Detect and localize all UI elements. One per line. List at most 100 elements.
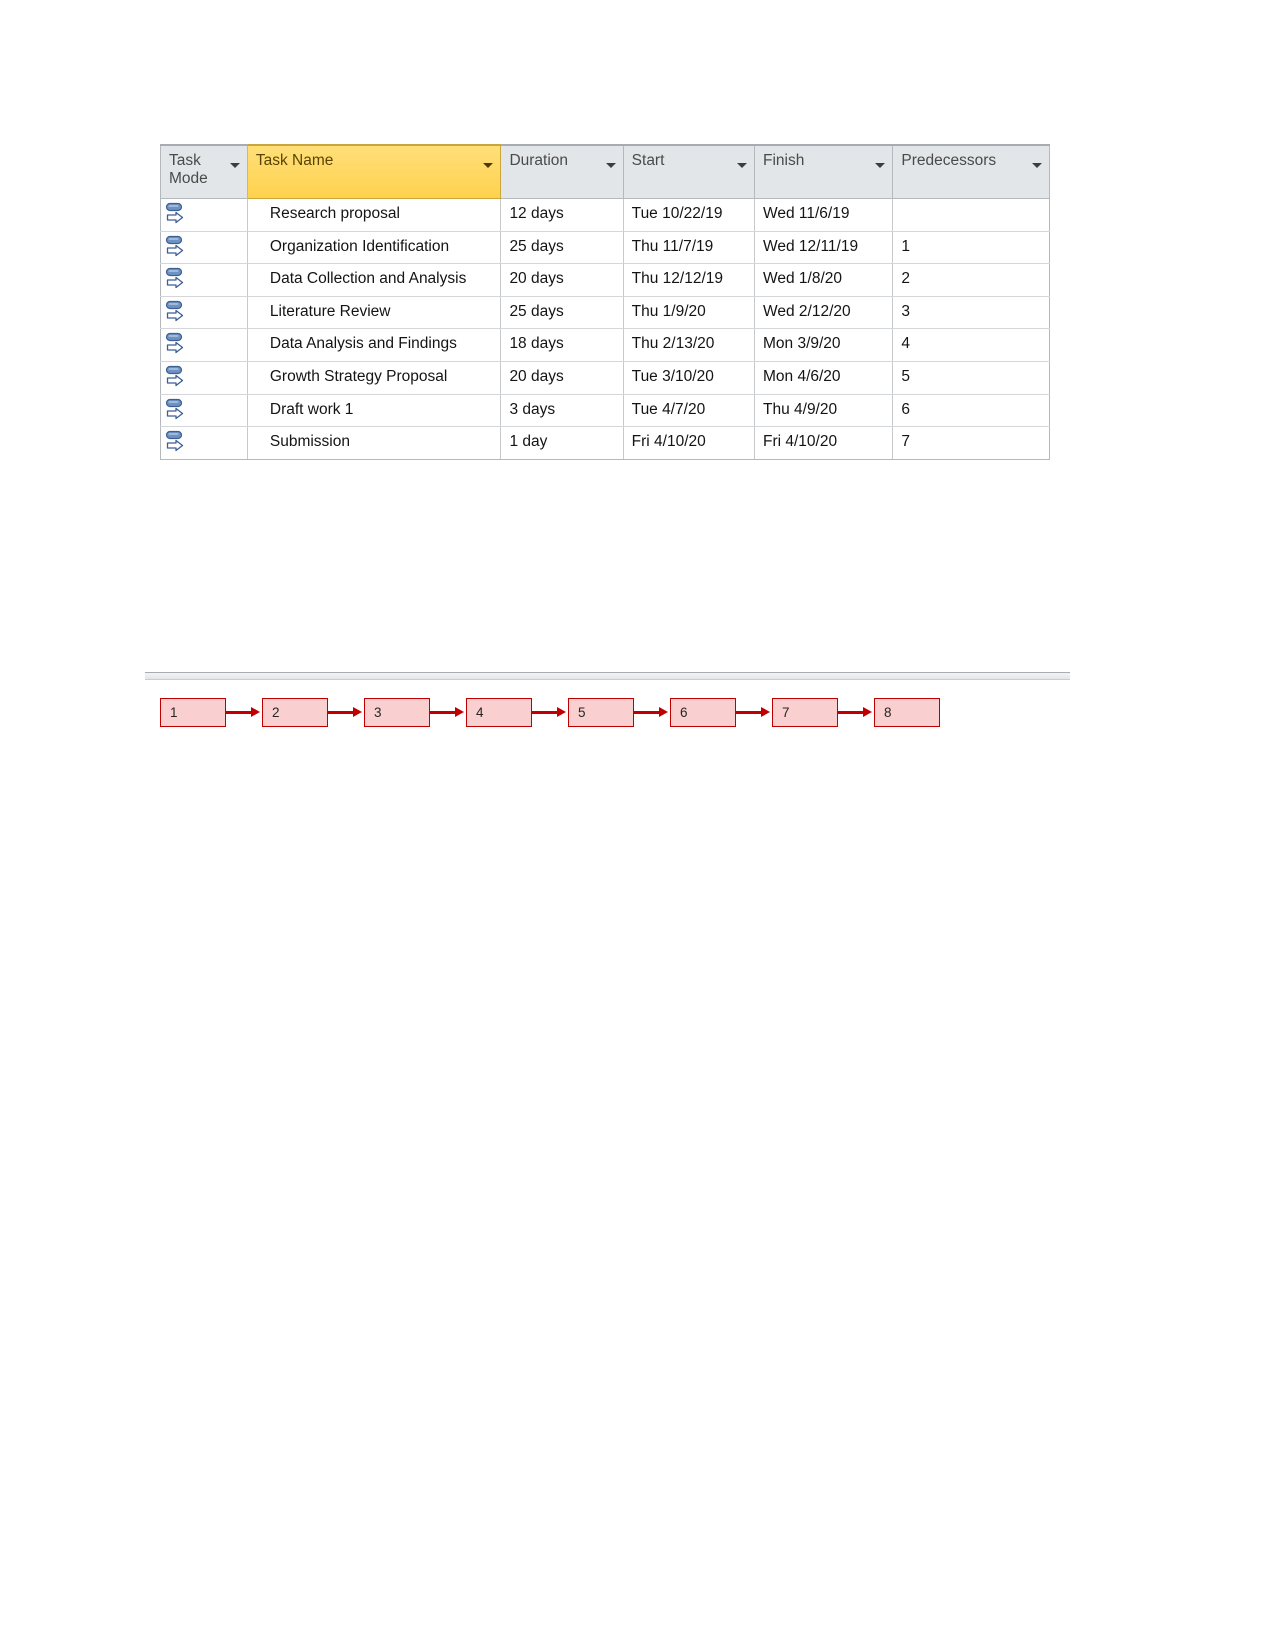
- cell-task-mode[interactable]: [160, 361, 248, 395]
- filter-caret-icon[interactable]: [229, 163, 240, 168]
- table-row[interactable]: Growth Strategy Proposal 20 days Tue 3/10/…: [160, 361, 1050, 395]
- network-node[interactable]: 2: [262, 698, 328, 727]
- column-header-label: Finish: [763, 152, 805, 169]
- filter-caret-icon[interactable]: [1032, 163, 1042, 168]
- column-header-label: Start: [631, 152, 665, 169]
- cell-predecessors[interactable]: 3: [892, 295, 1050, 330]
- column-header-task-mode[interactable]: Task Mode: [160, 144, 248, 199]
- cell-duration[interactable]: 1 day: [500, 426, 624, 460]
- arrow-connector-icon: [838, 707, 874, 718]
- cell-predecessors[interactable]: 1: [892, 230, 1050, 265]
- column-header-duration[interactable]: Duration: [500, 144, 624, 199]
- cell-predecessors[interactable]: 2: [892, 263, 1050, 297]
- cell-predecessors[interactable]: 6: [892, 393, 1050, 428]
- cell-predecessors[interactable]: [892, 198, 1050, 232]
- cell-task-name[interactable]: Literature Review: [246, 295, 502, 330]
- cell-task-mode[interactable]: [160, 393, 248, 428]
- cell-predecessors[interactable]: 4: [892, 328, 1050, 363]
- network-node[interactable]: 8: [874, 698, 940, 727]
- network-node[interactable]: 5: [568, 698, 634, 727]
- cell-finish[interactable]: Wed 2/12/20: [753, 295, 894, 330]
- cell-duration[interactable]: 18 days: [500, 328, 624, 363]
- filter-caret-icon[interactable]: [605, 163, 616, 168]
- cell-duration[interactable]: 3 days: [500, 393, 624, 428]
- cell-start[interactable]: Thu 12/12/19: [622, 263, 756, 297]
- table-row[interactable]: Data Collection and Analysis 20 days Thu 1…: [160, 263, 1050, 297]
- auto-scheduled-task-icon: [165, 267, 243, 293]
- cell-duration[interactable]: 25 days: [500, 295, 624, 330]
- table-row[interactable]: Submission 1 day Fri 4/10/20 Fri 4/10/20 7: [160, 426, 1050, 460]
- cell-start[interactable]: Thu 1/9/20: [622, 295, 756, 330]
- table-row[interactable]: Literature Review 25 days Thu 1/9/20 Wed 2/…: [160, 295, 1050, 330]
- table-row[interactable]: Organization Identification 25 days Thu 11…: [160, 230, 1050, 265]
- table-header-row: Task Mode Task Name Duration Start Finis…: [160, 144, 1050, 199]
- cell-duration[interactable]: 20 days: [500, 263, 624, 297]
- filter-caret-icon[interactable]: [875, 163, 886, 168]
- column-header-predecessors[interactable]: Predecessors: [892, 144, 1050, 199]
- cell-start[interactable]: Fri 4/10/20: [622, 426, 756, 460]
- cell-task-name[interactable]: Data Collection and Analysis: [246, 263, 502, 297]
- auto-scheduled-task-icon: [165, 235, 243, 261]
- table-body: Research proposal 12 days Tue 10/22/19 Wed …: [160, 198, 1050, 460]
- project-task-table: Task Mode Task Name Duration Start Finis…: [160, 144, 1050, 460]
- cell-duration[interactable]: 12 days: [500, 198, 624, 232]
- cell-start[interactable]: Thu 11/7/19: [622, 230, 756, 265]
- auto-scheduled-task-icon: [165, 398, 243, 424]
- column-header-label: Predecessors: [901, 152, 997, 169]
- column-header-label: Task Mode: [169, 152, 208, 188]
- network-node[interactable]: 4: [466, 698, 532, 727]
- auto-scheduled-task-icon: [165, 365, 243, 391]
- cell-duration[interactable]: 25 days: [500, 230, 624, 265]
- column-header-task-name[interactable]: Task Name: [246, 144, 502, 199]
- cell-task-mode[interactable]: [160, 328, 248, 363]
- cell-start[interactable]: Tue 10/22/19: [622, 198, 756, 232]
- cell-predecessors[interactable]: 7: [892, 426, 1050, 460]
- network-node[interactable]: 7: [772, 698, 838, 727]
- column-header-finish[interactable]: Finish: [753, 144, 894, 199]
- cell-finish[interactable]: Wed 12/11/19: [753, 230, 894, 265]
- cell-finish[interactable]: Wed 11/6/19: [753, 198, 894, 232]
- cell-start[interactable]: Tue 4/7/20: [622, 393, 756, 428]
- network-node[interactable]: 1: [160, 698, 226, 727]
- arrow-connector-icon: [430, 707, 466, 718]
- arrow-connector-icon: [736, 707, 772, 718]
- network-node-row: 1 2 3 4 5 6 7 8: [160, 698, 960, 727]
- cell-start[interactable]: Tue 3/10/20: [622, 361, 756, 395]
- cell-task-mode[interactable]: [160, 263, 248, 297]
- column-header-label: Duration: [509, 152, 569, 169]
- cell-task-mode[interactable]: [160, 198, 248, 232]
- arrow-connector-icon: [328, 707, 364, 718]
- auto-scheduled-task-icon: [165, 202, 243, 228]
- table-row[interactable]: Data Analysis and Findings 18 days Thu 2/1…: [160, 328, 1050, 363]
- filter-caret-icon[interactable]: [483, 163, 494, 168]
- cell-finish[interactable]: Fri 4/10/20: [753, 426, 894, 460]
- cell-finish[interactable]: Mon 3/9/20: [753, 328, 894, 363]
- filter-caret-icon[interactable]: [737, 163, 747, 168]
- cell-task-mode[interactable]: [160, 426, 248, 460]
- cell-predecessors[interactable]: 5: [892, 361, 1050, 395]
- column-header-start[interactable]: Start: [622, 144, 756, 199]
- column-header-label: Task Name: [255, 152, 334, 169]
- cell-task-name[interactable]: Research proposal: [246, 198, 502, 232]
- cell-start[interactable]: Thu 2/13/20: [622, 328, 756, 363]
- cell-task-name[interactable]: Organization Identification: [246, 230, 502, 265]
- network-node[interactable]: 6: [670, 698, 736, 727]
- cell-task-name[interactable]: Data Analysis and Findings: [246, 328, 502, 363]
- cell-task-name[interactable]: Draft work 1: [246, 393, 502, 428]
- cell-task-mode[interactable]: [160, 295, 248, 330]
- cell-task-mode[interactable]: [160, 230, 248, 265]
- arrow-connector-icon: [634, 707, 670, 718]
- cell-finish[interactable]: Wed 1/8/20: [753, 263, 894, 297]
- network-node[interactable]: 3: [364, 698, 430, 727]
- auto-scheduled-task-icon: [165, 300, 243, 326]
- auto-scheduled-task-icon: [165, 430, 243, 456]
- cell-task-name[interactable]: Submission: [246, 426, 502, 460]
- cell-task-name[interactable]: Growth Strategy Proposal: [246, 361, 502, 395]
- table-row[interactable]: Draft work 13 days Tue 4/7/20 Thu 4/9/20 6: [160, 393, 1050, 428]
- arrow-connector-icon: [226, 707, 262, 718]
- cell-finish[interactable]: Mon 4/6/20: [753, 361, 894, 395]
- cell-finish[interactable]: Thu 4/9/20: [753, 393, 894, 428]
- arrow-connector-icon: [532, 707, 568, 718]
- cell-duration[interactable]: 20 days: [500, 361, 624, 395]
- table-row[interactable]: Research proposal 12 days Tue 10/22/19 Wed …: [160, 198, 1050, 232]
